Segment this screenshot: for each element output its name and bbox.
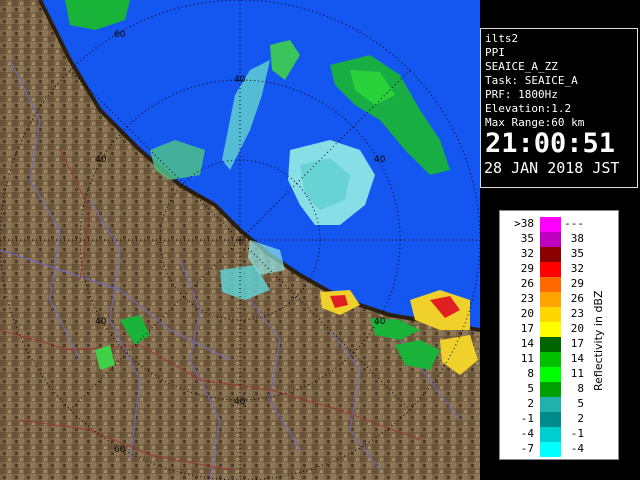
range-label: 40 bbox=[234, 397, 246, 407]
legend-low-value: >38 bbox=[514, 217, 534, 230]
legend-row: 25 bbox=[500, 397, 600, 412]
legend-row: 11 14 bbox=[500, 352, 600, 367]
legend-color-swatch bbox=[540, 337, 561, 352]
legend-high-value: -4 bbox=[570, 442, 584, 455]
prf-value: PRF: 1800Hz bbox=[485, 88, 558, 101]
legend-row: 35 38 bbox=[500, 232, 600, 247]
radar-image: 40 60 40 40 40 40 60 40 bbox=[0, 0, 480, 480]
legend-color-swatch bbox=[540, 412, 561, 427]
legend-color-swatch bbox=[540, 442, 561, 457]
reflectivity-legend: >38 --- 35 38 32 35 29 32 26 29 23 26 20 23 17 20 14 17 11… bbox=[499, 210, 619, 460]
legend-high-value: 23 bbox=[570, 307, 584, 320]
legend-color-swatch bbox=[540, 382, 561, 397]
legend-row: -7 -4 bbox=[500, 442, 600, 457]
legend-high-value: 8 bbox=[577, 382, 584, 395]
elevation-value: Elevation:1.2 bbox=[485, 102, 572, 115]
range-label: 60 bbox=[114, 445, 126, 455]
range-label: 40 bbox=[374, 155, 386, 165]
range-label: 40 bbox=[95, 317, 107, 327]
legend-low-value: 23 bbox=[520, 292, 534, 305]
legend-row: 32 35 bbox=[500, 247, 600, 262]
legend-low-value: 2 bbox=[527, 397, 534, 410]
legend-high-value: 26 bbox=[570, 292, 584, 305]
legend-row: 14 17 bbox=[500, 337, 600, 352]
range-label: 60 bbox=[114, 30, 126, 40]
legend-high-value: 17 bbox=[570, 337, 584, 350]
scan-type: PPI bbox=[485, 46, 505, 59]
legend-low-value: 14 bbox=[520, 337, 534, 350]
legend-color-swatch bbox=[540, 322, 561, 337]
legend-row: 26 29 bbox=[500, 277, 600, 292]
legend-row: 29 32 bbox=[500, 262, 600, 277]
legend-low-value: -4 bbox=[520, 427, 534, 440]
legend-color-swatch bbox=[540, 397, 561, 412]
legend-color-swatch bbox=[540, 247, 561, 262]
legend-color-swatch bbox=[540, 352, 561, 367]
scan-info-panel: ilts2 PPI SEAICE_A_ZZ Task: SEAICE_A PRF… bbox=[480, 28, 638, 188]
legend-row: >38 --- bbox=[500, 217, 600, 232]
legend-low-value: 32 bbox=[520, 247, 534, 260]
product-name: SEAICE_A_ZZ bbox=[485, 60, 558, 73]
legend-high-value: -1 bbox=[570, 427, 584, 440]
legend-row: 17 20 bbox=[500, 322, 600, 337]
legend-row: -4 -1 bbox=[500, 427, 600, 442]
legend-low-value: 29 bbox=[520, 262, 534, 275]
legend-high-value: 11 bbox=[570, 367, 584, 380]
legend-low-value: 5 bbox=[527, 382, 534, 395]
legend-high-value: --- bbox=[564, 217, 584, 230]
scan-date: 28 JAN 2018 JST bbox=[484, 159, 620, 177]
legend-color-swatch bbox=[540, 367, 561, 382]
legend-high-value: 20 bbox=[570, 322, 584, 335]
legend-low-value: 26 bbox=[520, 277, 534, 290]
legend-low-value: 11 bbox=[520, 352, 534, 365]
legend-low-value: 35 bbox=[520, 232, 534, 245]
legend-color-swatch bbox=[540, 292, 561, 307]
legend-row: 58 bbox=[500, 382, 600, 397]
legend-high-value: 5 bbox=[577, 397, 584, 410]
legend-row: 8 11 bbox=[500, 367, 600, 382]
site-name: ilts2 bbox=[485, 32, 519, 45]
legend-low-value: -1 bbox=[520, 412, 534, 425]
legend-color-swatch bbox=[540, 277, 561, 292]
legend-unit-label: Reflectivity in dBZ bbox=[592, 290, 605, 392]
range-label: 40 bbox=[234, 75, 246, 85]
legend-high-value: 2 bbox=[577, 412, 584, 425]
range-label: 40 bbox=[374, 317, 386, 327]
legend-color-swatch bbox=[540, 262, 561, 277]
range-label: 40 bbox=[95, 155, 107, 165]
legend-high-value: 29 bbox=[570, 277, 584, 290]
legend-color-swatch bbox=[540, 232, 561, 247]
legend-high-value: 35 bbox=[570, 247, 584, 260]
legend-row: 23 26 bbox=[500, 292, 600, 307]
legend-low-value: 8 bbox=[527, 367, 534, 380]
legend-low-value: 20 bbox=[520, 307, 534, 320]
legend-high-value: 14 bbox=[570, 352, 584, 365]
legend-row: -1 2 bbox=[500, 412, 600, 427]
legend-high-value: 38 bbox=[570, 232, 584, 245]
legend-high-value: 32 bbox=[570, 262, 584, 275]
legend-color-swatch bbox=[540, 307, 561, 322]
scan-time: 21:00:51 bbox=[485, 128, 616, 159]
task-name: Task: SEAICE_A bbox=[485, 74, 578, 87]
radar-ppi-map[interactable]: 40 60 40 40 40 40 60 40 bbox=[0, 0, 480, 480]
legend-row: 20 23 bbox=[500, 307, 600, 322]
legend-color-swatch bbox=[540, 217, 561, 232]
legend-low-value: 17 bbox=[520, 322, 534, 335]
legend-color-swatch bbox=[540, 427, 561, 442]
legend-low-value: -7 bbox=[520, 442, 534, 455]
